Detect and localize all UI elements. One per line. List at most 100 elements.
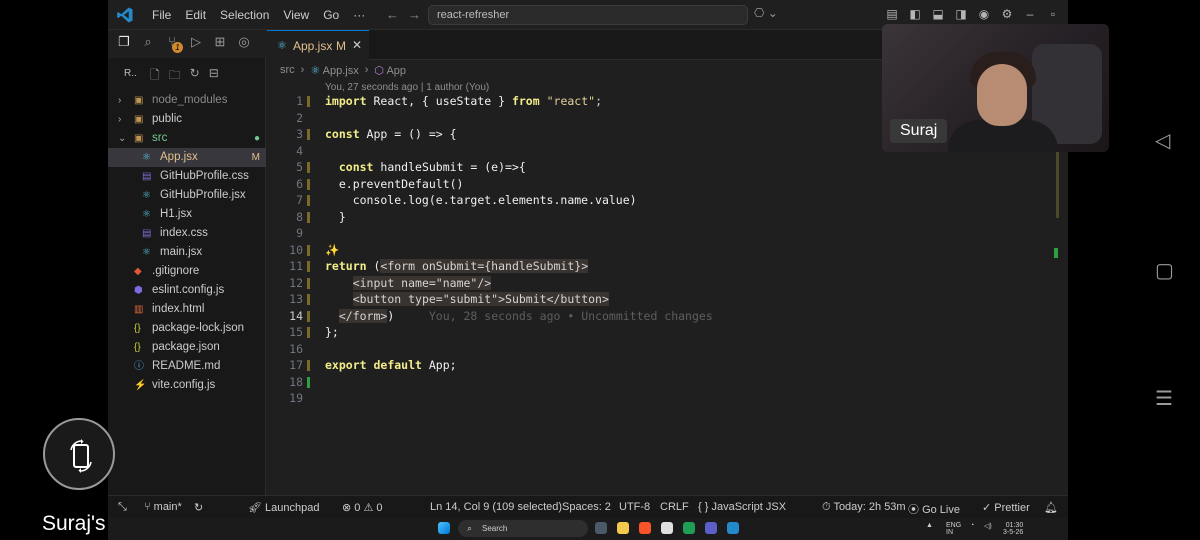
tree-item[interactable]: ⚛ GitHubProfile.jsx bbox=[108, 186, 266, 205]
code-line[interactable]: 13 <button type="submit">Submit</button> bbox=[267, 291, 1057, 308]
language-mode[interactable]: { } JavaScript JSX bbox=[698, 501, 786, 513]
menu-more[interactable]: ··· bbox=[346, 8, 372, 22]
tree-item[interactable]: ⚛ H1.jsx bbox=[108, 205, 266, 224]
notifications-bell-icon[interactable]: 🔔︎ bbox=[1044, 501, 1058, 514]
code-line[interactable]: 10 ✨ bbox=[267, 242, 1057, 259]
menu-edit[interactable]: Edit bbox=[178, 8, 213, 22]
tab-app-jsx[interactable]: ⚛ App.jsx M ✕ bbox=[267, 30, 369, 60]
problems-indicator[interactable]: ⊗ 0 ⚠ 0 bbox=[342, 501, 383, 514]
breadcrumb-symbol[interactable]: ⬡ App bbox=[374, 64, 406, 77]
source-control-icon[interactable]: ⑂ 1 bbox=[164, 34, 183, 58]
vscode-taskbar-icon[interactable] bbox=[727, 522, 739, 534]
language-indicator[interactable]: ENG IN bbox=[946, 522, 961, 536]
run-debug-icon[interactable]: ▷ bbox=[188, 34, 204, 58]
forward-arrow-icon[interactable]: → bbox=[408, 7, 421, 22]
launchpad-item[interactable]: 🚀︎ Launchpad bbox=[248, 501, 319, 514]
code-line[interactable]: 16 bbox=[267, 341, 1057, 358]
wakatime[interactable]: ⏱ Today: 2h 53m bbox=[822, 501, 906, 514]
tree-item[interactable]: ⌄ ▣ src ● bbox=[108, 129, 266, 148]
indentation[interactable]: Spaces: 2 bbox=[562, 501, 611, 513]
go-live[interactable]: ⦿ Go Live bbox=[908, 501, 960, 517]
remote-explorer-icon[interactable]: ◎ bbox=[236, 34, 252, 58]
tree-item[interactable]: {} package.json bbox=[108, 338, 266, 357]
refresh-icon[interactable]: ↻ bbox=[190, 66, 200, 87]
tree-item[interactable]: ▤ GitHubProfile.css bbox=[108, 167, 266, 186]
tree-item[interactable]: {} package-lock.json bbox=[108, 319, 266, 338]
codelens-blame[interactable]: You, 27 seconds ago | 1 author (You) bbox=[325, 82, 489, 93]
file-explorer-icon[interactable] bbox=[617, 522, 629, 534]
tree-item[interactable]: ⚛ App.jsx M bbox=[108, 148, 266, 167]
code-line[interactable]: 7 console.log(e.target.elements.name.val… bbox=[267, 192, 1057, 209]
back-triangle-icon[interactable]: ◁ bbox=[1155, 128, 1170, 153]
search-icon[interactable]: ⌕ bbox=[140, 34, 156, 58]
tray-up-arrow-icon[interactable]: ▲ bbox=[926, 522, 933, 529]
wifi-icon[interactable]: ◔ bbox=[970, 522, 974, 529]
toggle-panel-icon[interactable]: ⬓ bbox=[931, 7, 945, 21]
code-line[interactable]: 6 e.preventDefault() bbox=[267, 176, 1057, 193]
menu-file[interactable]: File bbox=[145, 8, 178, 22]
toggle-sidebar-icon[interactable]: ◧ bbox=[908, 7, 922, 21]
collapse-all-icon[interactable]: ⊟ bbox=[209, 66, 219, 87]
code-editor[interactable]: 1 import React, { useState } from "react"… bbox=[267, 93, 1057, 493]
code-line[interactable]: 15}; bbox=[267, 324, 1057, 341]
code-line[interactable]: 18 bbox=[267, 374, 1057, 391]
new-file-icon[interactable]: 🗋 bbox=[150, 66, 160, 87]
tree-item[interactable]: › ▣ node_modules bbox=[108, 91, 266, 110]
extensions-icon[interactable]: ⊞ bbox=[212, 34, 228, 58]
breadcrumb-src[interactable]: src bbox=[280, 64, 295, 77]
chevron-right-icon[interactable]: › bbox=[118, 110, 121, 129]
task-view-icon[interactable] bbox=[595, 522, 607, 534]
tree-item[interactable]: ⚛ main.jsx bbox=[108, 243, 266, 262]
code-line[interactable]: 9 bbox=[267, 225, 1057, 242]
windows-start-icon[interactable] bbox=[438, 522, 450, 534]
code-line[interactable]: 8 } bbox=[267, 209, 1057, 226]
code-line[interactable]: 5 const handleSubmit = (e)=>{ bbox=[267, 159, 1057, 176]
toggle-secondary-sidebar-icon[interactable]: ◨ bbox=[954, 7, 968, 21]
brave-browser-icon[interactable] bbox=[639, 522, 651, 534]
code-line[interactable]: 19 bbox=[267, 390, 1057, 407]
encoding[interactable]: UTF-8 bbox=[619, 501, 650, 513]
taskbar-search[interactable]: ⌕ Search bbox=[458, 520, 588, 537]
new-folder-icon[interactable]: 🗀 bbox=[169, 66, 181, 87]
chevron-right-icon[interactable]: › bbox=[118, 91, 121, 110]
recents-menu-icon[interactable]: ☰ bbox=[1155, 386, 1173, 411]
tree-item[interactable]: ▥ index.html bbox=[108, 300, 266, 319]
tree-item[interactable]: ⓘ README.md bbox=[108, 357, 266, 376]
command-center[interactable]: react-refresher bbox=[428, 5, 748, 25]
tree-item[interactable]: ⚡ vite.config.js bbox=[108, 376, 266, 395]
cursor-position[interactable]: Ln 14, Col 9 (109 selected) bbox=[430, 501, 562, 513]
tree-item[interactable]: › ▣ public bbox=[108, 110, 266, 129]
rotate-screen-button[interactable] bbox=[43, 418, 115, 490]
settings-gear-icon[interactable]: ⚙ bbox=[1000, 7, 1014, 21]
tree-item[interactable]: ◆ .gitignore bbox=[108, 262, 266, 281]
chevron-down-icon[interactable]: ⌄ bbox=[118, 129, 126, 148]
code-line[interactable]: 14 </form>) You, 28 seconds ago • Uncomm… bbox=[267, 308, 1057, 325]
menu-go[interactable]: Go bbox=[316, 8, 346, 22]
home-square-icon[interactable]: ▢ bbox=[1155, 258, 1174, 283]
restore-icon[interactable]: ▫ bbox=[1046, 7, 1060, 21]
code-line[interactable]: 12 <input name="name"/> bbox=[267, 275, 1057, 292]
zoom-icon[interactable] bbox=[705, 522, 717, 534]
chrome-icon[interactable] bbox=[661, 522, 673, 534]
close-tab-icon[interactable]: ✕ bbox=[352, 38, 362, 52]
prettier[interactable]: ✓ Prettier bbox=[982, 501, 1030, 514]
layout-icon[interactable]: ▤ bbox=[885, 7, 899, 21]
tree-item[interactable]: ▤ index.css bbox=[108, 224, 266, 243]
volume-icon[interactable]: ◁) bbox=[984, 522, 992, 530]
code-line[interactable]: 11 return (<form onSubmit={handleSubmit}> bbox=[267, 258, 1057, 275]
explorer-icon[interactable]: ❐ bbox=[116, 34, 132, 58]
code-line[interactable]: 17 export default App; bbox=[267, 357, 1057, 374]
account-icon[interactable]: ◉ bbox=[977, 7, 991, 21]
menu-selection[interactable]: Selection bbox=[213, 8, 276, 22]
menu-view[interactable]: View bbox=[276, 8, 316, 22]
sync-icon[interactable]: ↻ bbox=[194, 501, 203, 514]
breadcrumb-file[interactable]: ⚛ App.jsx bbox=[310, 64, 358, 77]
tree-item[interactable]: ⬢ eslint.config.js bbox=[108, 281, 266, 300]
taskbar-clock[interactable]: 01:30 3-5-26 bbox=[1003, 522, 1023, 536]
app-green-icon[interactable] bbox=[683, 522, 695, 534]
back-arrow-icon[interactable]: ← bbox=[386, 7, 399, 22]
line-endings[interactable]: CRLF bbox=[660, 501, 689, 513]
gutter-change-marker bbox=[307, 310, 310, 322]
copilot-icon[interactable]: ⎔ ⌄ bbox=[754, 6, 778, 20]
minimize-icon[interactable]: – bbox=[1023, 7, 1037, 21]
